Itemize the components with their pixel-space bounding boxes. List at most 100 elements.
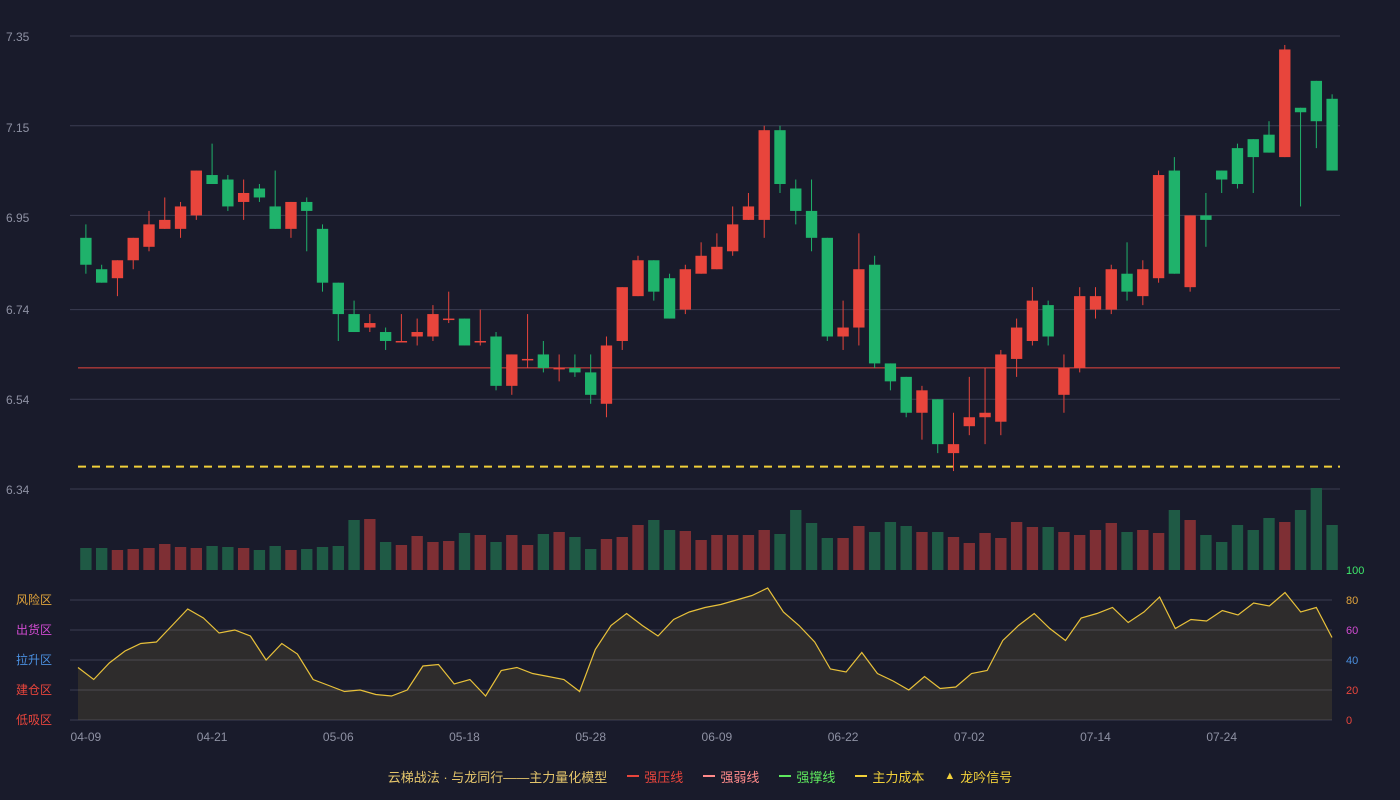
volume-bar xyxy=(1279,522,1291,570)
candle-body xyxy=(774,130,786,185)
candle-body xyxy=(490,336,502,386)
legend-item-signal[interactable]: ▲ 龙吟信号 xyxy=(944,767,1012,786)
osc-tick: 20 xyxy=(1346,685,1358,697)
volume-bar xyxy=(1184,520,1196,570)
candle-body xyxy=(537,354,550,368)
candle-body xyxy=(206,175,218,185)
volume-bar xyxy=(1105,523,1117,570)
candle-body xyxy=(648,260,660,292)
legend-item-strength[interactable]: 强弱线 xyxy=(703,767,759,786)
candle-body xyxy=(932,399,944,445)
candle-body xyxy=(348,314,360,333)
price-tick: 7.35 xyxy=(6,30,30,44)
legend-item-main-cost[interactable]: 主力成本 xyxy=(855,767,924,786)
candle-body xyxy=(916,390,928,413)
candle-body xyxy=(1121,273,1133,292)
volume-bar xyxy=(316,547,329,570)
legend-item-support[interactable]: 强撑线 xyxy=(779,767,835,786)
volume-bar xyxy=(1231,525,1244,570)
date-tick: 05-06 xyxy=(323,730,354,744)
candle-body xyxy=(726,224,739,252)
candle-body xyxy=(332,282,344,315)
date-tick: 07-14 xyxy=(1080,730,1111,744)
volume-bar xyxy=(553,532,565,570)
volume-bar xyxy=(695,540,707,570)
candle-body xyxy=(143,224,155,247)
candle-body xyxy=(269,206,281,229)
candlesticks xyxy=(80,44,1338,472)
volume-bar xyxy=(95,548,108,570)
volume-bar xyxy=(474,535,486,570)
candle-body xyxy=(364,323,376,328)
triangle-icon: ▲ xyxy=(944,770,956,782)
oscillator-axis: 100 80 60 40 20 0 xyxy=(1346,565,1364,727)
volume-bar xyxy=(805,523,818,570)
candle-body xyxy=(379,332,392,341)
line-icon xyxy=(627,775,640,777)
volume-bar xyxy=(742,535,755,570)
volume-bar xyxy=(916,532,928,570)
reference-lines xyxy=(78,367,1340,468)
volume-bar xyxy=(979,533,991,570)
volume-bar xyxy=(537,534,550,570)
price-tick: 6.54 xyxy=(6,393,30,407)
volume-bar xyxy=(758,530,770,570)
zone-label-accumulation: 建仓区 xyxy=(16,683,52,697)
volume-bar xyxy=(947,537,960,570)
candle-body xyxy=(963,417,975,427)
price-tick: 7.15 xyxy=(6,121,30,135)
volume-bar xyxy=(1247,530,1259,570)
candle-body xyxy=(995,354,1007,422)
candle-body xyxy=(1326,98,1338,171)
volume-bar xyxy=(1216,542,1228,570)
candle-body xyxy=(458,318,471,346)
volume-bar xyxy=(900,526,912,570)
osc-tick: 80 xyxy=(1346,595,1358,607)
osc-tick: 40 xyxy=(1346,655,1358,667)
volume-bar xyxy=(774,534,786,570)
candle-body xyxy=(1247,139,1259,158)
candle-body xyxy=(395,340,408,343)
zone-label-risk: 风险区 xyxy=(16,592,52,607)
zone-label-low-buy: 低吸区 xyxy=(16,713,52,727)
candle-body xyxy=(821,237,833,337)
candle-body xyxy=(1216,170,1228,180)
volume-bar xyxy=(521,545,534,570)
legend-title-text: 云梯战法 · 与龙同行——主力量化模型 xyxy=(387,769,608,785)
candle-body xyxy=(1263,134,1275,153)
volume-bar xyxy=(222,547,234,570)
candle-body xyxy=(632,260,644,297)
candle-body xyxy=(758,130,770,220)
date-tick: 06-09 xyxy=(702,730,733,744)
candle-body xyxy=(947,444,960,454)
date-tick: 05-28 xyxy=(575,730,606,744)
volume-bar xyxy=(726,535,739,570)
candle-body xyxy=(222,179,234,207)
candle-body xyxy=(853,269,865,328)
kline-chart: 7.35 7.15 6.95 6.74 6.54 6.34 风险区 出货区 拉升… xyxy=(6,30,1364,744)
volume-bar xyxy=(711,535,723,570)
legend-item-resistance[interactable]: 强压线 xyxy=(627,767,683,786)
candle-body xyxy=(1058,367,1070,395)
candle-body xyxy=(711,246,723,270)
candle-body xyxy=(868,264,881,364)
legend-label: 强撑线 xyxy=(796,769,836,785)
volume-bar xyxy=(600,539,613,570)
candle-body xyxy=(600,345,613,404)
candle-body xyxy=(411,332,423,337)
candle-body xyxy=(174,206,187,229)
candle-body xyxy=(1137,269,1149,297)
candle-body xyxy=(521,358,534,361)
candle-body xyxy=(1105,269,1117,310)
volume-bar xyxy=(1152,533,1165,570)
date-tick: 06-22 xyxy=(828,730,859,744)
candle-body xyxy=(237,192,250,202)
candle-body xyxy=(569,367,581,373)
volume-bar xyxy=(884,522,897,570)
volume-bar xyxy=(648,520,660,570)
volume-bar xyxy=(1263,518,1275,570)
volume-bar xyxy=(395,545,408,570)
volume-bar xyxy=(253,550,266,570)
candle-body xyxy=(285,201,297,229)
candle-body xyxy=(1042,305,1054,337)
